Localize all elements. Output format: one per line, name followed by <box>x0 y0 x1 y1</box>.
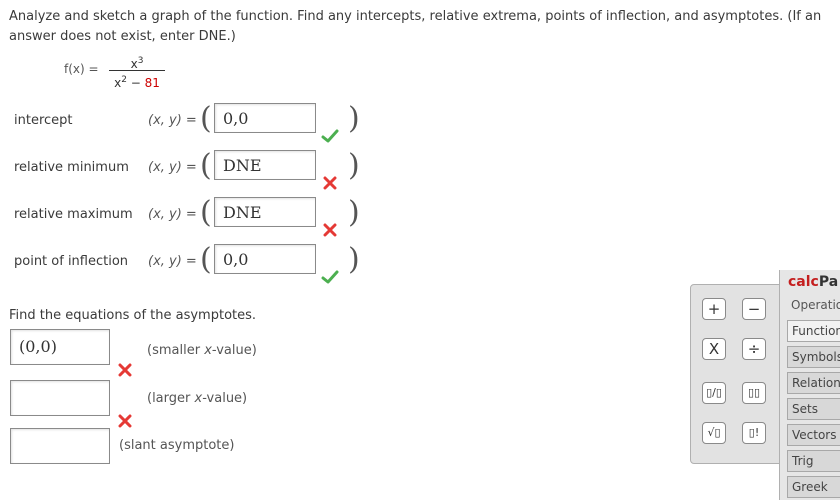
close-paren: ) <box>348 242 360 277</box>
x-mark-icon <box>118 413 134 428</box>
x-mark-icon <box>323 222 339 237</box>
tab-sets[interactable]: Sets <box>787 398 840 420</box>
xy-label: (x, y) = <box>148 254 197 269</box>
xy-text: (x, y) <box>148 207 182 222</box>
answer-input[interactable]: DNE <box>214 197 316 227</box>
times-button[interactable]: X <box>702 338 726 360</box>
open-paren: ( <box>200 242 212 277</box>
note-var: x <box>204 343 212 358</box>
x-mark-icon <box>323 175 339 190</box>
math-palette: + − X ÷ ▯/▯ ▯▯ √▯ ▯! <box>690 284 784 464</box>
function-label: f(x) = <box>64 62 99 76</box>
x-mark-icon <box>118 362 134 377</box>
checkmark-icon <box>321 269 339 284</box>
divide-button[interactable]: ÷ <box>742 338 766 360</box>
close-paren: ) <box>348 195 360 230</box>
asymptotes-title: Find the equations of the asymptotes. <box>9 308 257 323</box>
asymptote-note: (smaller x-value) <box>147 343 257 358</box>
fraction-button[interactable]: ▯/▯ <box>702 382 726 404</box>
note-prefix: (slant asymptote) <box>119 438 235 453</box>
equals-sign: = <box>181 207 197 222</box>
answer-input[interactable]: 0,0 <box>214 244 316 274</box>
tab-relations[interactable]: Relations <box>787 372 840 394</box>
tab-symbols[interactable]: Symbols <box>787 346 840 368</box>
superscript-button[interactable]: ▯▯ <box>742 382 766 404</box>
xy-label: (x, y) = <box>148 160 197 175</box>
xy-text: (x, y) <box>148 160 182 175</box>
xy-text: (x, y) <box>148 254 182 269</box>
asymptote-input[interactable]: (0,0) <box>10 329 110 365</box>
xy-label: (x, y) = <box>148 207 197 222</box>
factorial-button[interactable]: ▯! <box>742 422 766 444</box>
equals-sign: = <box>181 113 197 128</box>
plus-button[interactable]: + <box>702 298 726 320</box>
numerator: x3 <box>130 56 144 71</box>
close-paren: ) <box>348 148 360 183</box>
calcpad-title: calcPa <box>788 274 839 290</box>
note-prefix: (smaller <box>147 343 205 358</box>
minus-button[interactable]: − <box>742 298 766 320</box>
asymptote-note: (slant asymptote) <box>119 438 234 453</box>
denominator: x2 − 81 <box>114 75 160 90</box>
open-paren: ( <box>200 195 212 230</box>
equals-sign: = <box>181 254 197 269</box>
row-label: point of inflection <box>14 254 129 269</box>
open-paren: ( <box>200 148 212 183</box>
open-paren: ( <box>200 101 212 136</box>
row-label: relative maximum <box>14 207 133 222</box>
sqrt-button[interactable]: √▯ <box>702 422 726 444</box>
checkmark-icon <box>321 128 339 143</box>
asymptote-input[interactable] <box>10 380 110 416</box>
asymptote-note: (larger x-value) <box>147 391 247 406</box>
xy-label: (x, y) = <box>148 113 197 128</box>
answer-input[interactable]: 0,0 <box>214 103 316 133</box>
equals-sign: = <box>181 160 197 175</box>
tab-greek[interactable]: Greek <box>787 476 840 498</box>
tab-vectors[interactable]: Vectors <box>787 424 840 446</box>
note-suffix: -value) <box>211 343 257 358</box>
xy-text: (x, y) <box>148 113 182 128</box>
close-paren: ) <box>348 101 360 136</box>
tab-function[interactable]: Function <box>787 320 840 342</box>
answer-input[interactable]: DNE <box>214 150 316 180</box>
instructions: Analyze and sketch a graph of the functi… <box>9 9 822 44</box>
tab-trig[interactable]: Trig <box>787 450 840 472</box>
calcpad-subtitle: Operatio <box>791 298 840 312</box>
note-prefix: (larger <box>147 391 195 406</box>
note-suffix: -value) <box>202 391 248 406</box>
function-fraction: x3 x2 − 81 <box>109 53 165 90</box>
row-label: intercept <box>14 113 73 128</box>
row-label: relative minimum <box>14 160 129 175</box>
asymptote-input[interactable] <box>10 428 110 464</box>
